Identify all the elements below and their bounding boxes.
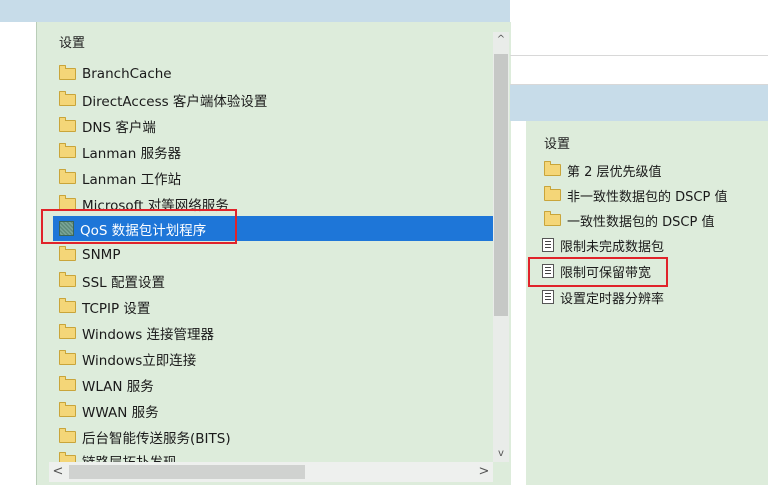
folder-icon (59, 452, 76, 462)
folder-icon (59, 428, 76, 443)
divider (510, 55, 768, 56)
tree-item-label: Lanman 工作站 (82, 172, 182, 188)
left-top-band (0, 0, 510, 22)
folder-icon (59, 402, 76, 417)
tree-item-label: Microsoft 对等网络服务 (82, 198, 229, 214)
setting-item-timer-resolution[interactable]: 设置定时器分辨率 (538, 285, 766, 309)
folder-icon (59, 246, 76, 261)
tree-item-bits[interactable]: 后台智能传送服务(BITS) (53, 425, 493, 449)
setting-item-label: 限制未完成数据包 (560, 239, 665, 255)
tree-item-lanman-server[interactable]: Lanman 服务器 (53, 140, 493, 164)
tree-item-branchcache[interactable]: BranchCache (53, 62, 493, 86)
setting-item-layer2-priority[interactable]: 第 2 层优先级值 (538, 158, 766, 182)
folder-icon (59, 91, 76, 106)
folder-icon (59, 143, 76, 158)
scrollbar-thumb[interactable] (69, 465, 305, 479)
horizontal-scrollbar[interactable]: < > (49, 462, 493, 482)
folder-icon (59, 65, 76, 80)
folder-icon (59, 298, 76, 313)
tree-item-qos-packet-scheduler[interactable]: QoS 数据包计划程序 (53, 216, 493, 241)
setting-item-label: 设置定时器分辨率 (560, 291, 665, 307)
folder-icon (544, 211, 561, 226)
scrollbar-thumb[interactable] (494, 54, 508, 316)
folder-icon (59, 272, 76, 287)
tree-item-label: Windows 连接管理器 (82, 327, 215, 343)
right-top-band (510, 85, 768, 121)
tree-item-directaccess[interactable]: DirectAccess 客户端体验设置 (53, 88, 493, 112)
tree-header: 设置 (59, 36, 86, 51)
tree-item-label: 链路层拓扑发现 (82, 451, 177, 462)
setting-item-label: 非一致性数据包的 DSCP 值 (567, 189, 728, 205)
tree-item-label: 后台智能传送服务(BITS) (82, 431, 231, 447)
tree-item-snmp[interactable]: SNMP (53, 243, 493, 267)
setting-item-nonconforming-dscp[interactable]: 非一致性数据包的 DSCP 值 (538, 183, 766, 207)
scroll-up-arrow-icon[interactable]: ^ (493, 32, 509, 48)
tree-item-wlan[interactable]: WLAN 服务 (53, 373, 493, 397)
tree-item-label: TCPIP 设置 (82, 301, 151, 317)
tree-item-label: QoS 数据包计划程序 (80, 222, 207, 239)
vertical-scrollbar[interactable]: ^ v (493, 32, 509, 462)
scroll-down-arrow-icon[interactable]: v (493, 446, 509, 462)
tree-item-microsoft-p2p[interactable]: Microsoft 对等网络服务 (53, 192, 493, 216)
setting-item-label: 限制可保留带宽 (560, 265, 652, 281)
tree-item-wwan[interactable]: WWAN 服务 (53, 399, 493, 423)
folder-icon (59, 376, 76, 391)
policy-setting-icon (542, 290, 554, 304)
folder-icon (544, 186, 561, 201)
folder-icon (59, 350, 76, 365)
folder-icon (544, 161, 561, 176)
tree-item-label: SSL 配置设置 (82, 275, 165, 291)
tree-item-windows-connect-now[interactable]: Windows立即连接 (53, 347, 493, 371)
tree-item-tcpip[interactable]: TCPIP 设置 (53, 295, 493, 319)
policy-icon (59, 221, 74, 236)
folder-icon (59, 324, 76, 339)
tree-item-lanman-workstation[interactable]: Lanman 工作站 (53, 166, 493, 190)
tree-item-label: BranchCache (82, 66, 172, 82)
tree-item-ssl-config[interactable]: SSL 配置设置 (53, 269, 493, 293)
tree-view: 设置 BranchCache DirectAccess 客户端体验设置 DNS … (49, 22, 493, 462)
folder-icon (59, 169, 76, 184)
folder-icon (59, 195, 76, 210)
setting-item-label: 第 2 层优先级值 (567, 164, 662, 180)
tree-item-label: WWAN 服务 (82, 405, 159, 421)
tree-item-dns-client[interactable]: DNS 客户端 (53, 114, 493, 138)
tree-item-label: WLAN 服务 (82, 379, 154, 395)
tree-item-label: Windows立即连接 (82, 353, 197, 369)
scroll-right-arrow-icon[interactable]: > (475, 462, 493, 482)
tree-item-label: DNS 客户端 (82, 120, 156, 136)
scroll-left-arrow-icon[interactable]: < (49, 462, 67, 482)
left-tree-panel: 设置 BranchCache DirectAccess 客户端体验设置 DNS … (36, 22, 511, 485)
tree-item-windows-connection-manager[interactable]: Windows 连接管理器 (53, 321, 493, 345)
settings-header: 设置 (544, 137, 571, 152)
setting-item-conforming-dscp[interactable]: 一致性数据包的 DSCP 值 (538, 208, 766, 232)
policy-setting-icon (542, 238, 554, 252)
setting-item-label: 一致性数据包的 DSCP 值 (567, 214, 715, 230)
tree-item-label: Lanman 服务器 (82, 146, 182, 162)
folder-icon (59, 117, 76, 132)
tree-item-label: DirectAccess 客户端体验设置 (82, 94, 268, 110)
setting-item-limit-outstanding-packets[interactable]: 限制未完成数据包 (538, 233, 766, 257)
setting-item-limit-reservable-bandwidth[interactable]: 限制可保留带宽 (538, 259, 766, 283)
policy-setting-icon (542, 264, 554, 278)
tree-item-label: SNMP (82, 247, 121, 263)
tree-item-link-layer-topology[interactable]: 链路层拓扑发现 (53, 449, 493, 462)
